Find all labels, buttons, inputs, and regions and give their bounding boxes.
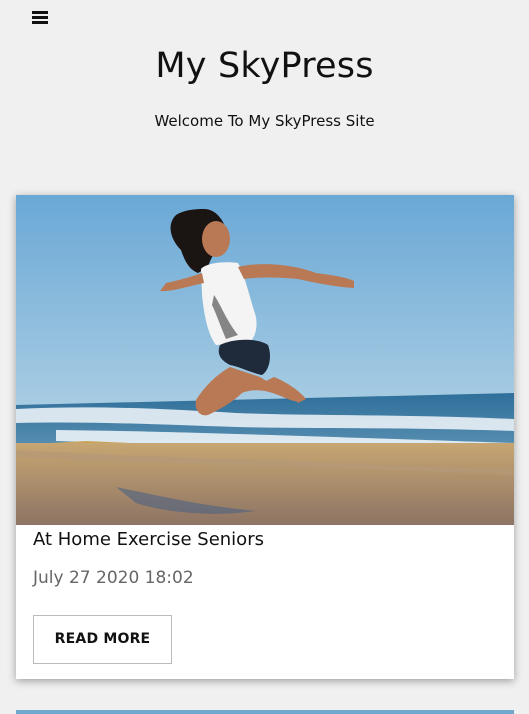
- post-featured-image[interactable]: [16, 195, 514, 525]
- hamburger-menu-icon[interactable]: [30, 9, 50, 25]
- site-title[interactable]: My SkyPress: [0, 44, 529, 88]
- menu-bar: [32, 16, 48, 19]
- menu-bar: [32, 21, 48, 24]
- post-card: At Home Exercise Seniors July 27 2020 18…: [16, 195, 514, 679]
- menu-bar: [32, 11, 48, 14]
- next-post-card-preview[interactable]: [16, 710, 514, 714]
- post-title[interactable]: At Home Exercise Seniors: [33, 528, 264, 552]
- post-date: July 27 2020 18:02: [33, 568, 194, 588]
- read-more-button[interactable]: READ MORE: [33, 615, 172, 664]
- site-tagline: Welcome To My SkyPress Site: [154, 112, 375, 130]
